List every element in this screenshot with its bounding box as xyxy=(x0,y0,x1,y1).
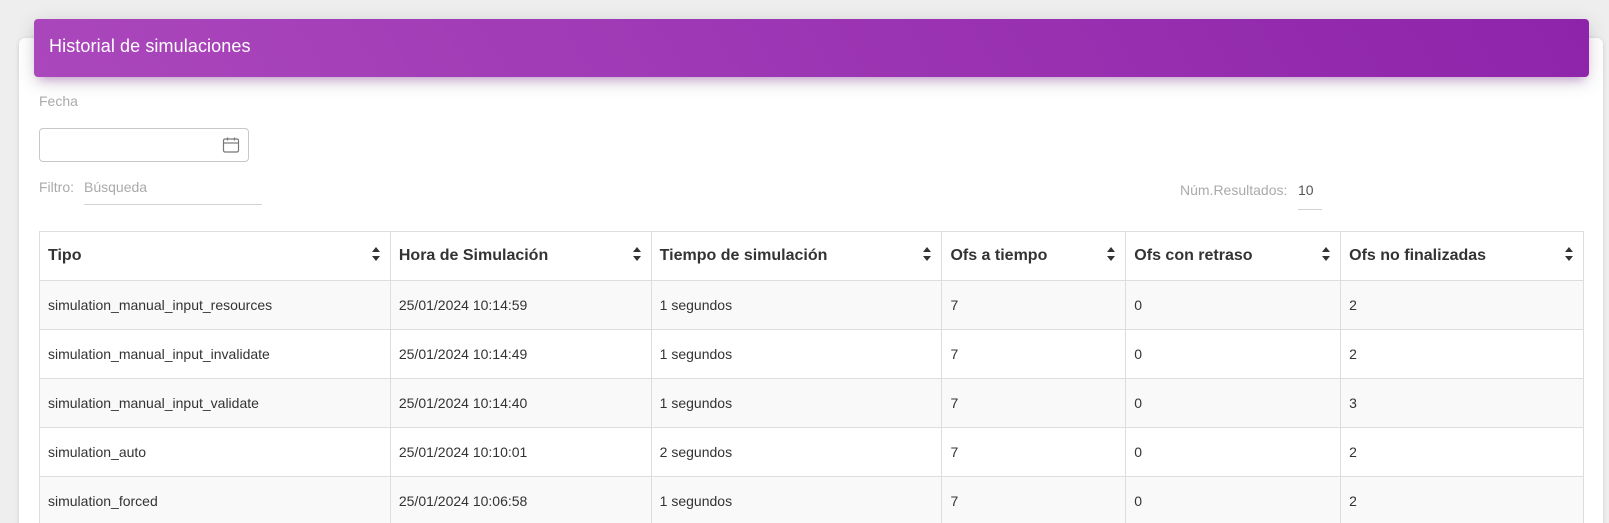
cell-tipo: simulation_manual_input_resources xyxy=(39,280,391,330)
cell-ofs-no-finalizadas: 2 xyxy=(1340,427,1584,477)
column-header-ofs-con-retraso[interactable]: Ofs con retraso xyxy=(1125,231,1342,281)
filter-label: Filtro: xyxy=(39,179,74,195)
results-count-select[interactable]: 10 xyxy=(1298,178,1322,210)
column-header-tiempo[interactable]: Tiempo de simulación xyxy=(650,231,943,281)
cell-ofs-no-finalizadas: 2 xyxy=(1340,280,1584,330)
results-count-label: Núm.Resultados: xyxy=(1180,182,1288,198)
sort-icon xyxy=(632,247,641,261)
cell-hora: 25/01/2024 10:14:40 xyxy=(389,378,652,428)
cell-tiempo: 1 segundos xyxy=(650,476,943,523)
search-input[interactable] xyxy=(84,176,262,205)
cell-tipo: simulation_forced xyxy=(39,476,391,523)
cell-ofs-no-finalizadas: 2 xyxy=(1340,329,1584,379)
cell-hora: 25/01/2024 10:10:01 xyxy=(389,427,652,477)
cell-ofs-no-finalizadas: 2 xyxy=(1340,476,1584,523)
table-row[interactable]: simulation_forced 25/01/2024 10:06:58 1 … xyxy=(39,476,1584,523)
sort-icon xyxy=(1107,247,1116,261)
cell-ofs-a-tiempo: 7 xyxy=(941,378,1127,428)
simulations-table: Tipo Hora de Simulación Tiempo de simula… xyxy=(39,231,1584,523)
cell-tiempo: 1 segundos xyxy=(650,378,943,428)
column-header-hora[interactable]: Hora de Simulación xyxy=(389,231,652,281)
cell-tipo: simulation_manual_input_invalidate xyxy=(39,329,391,379)
column-header-ofs-a-tiempo[interactable]: Ofs a tiempo xyxy=(941,231,1127,281)
table-row[interactable]: simulation_manual_input_validate 25/01/2… xyxy=(39,378,1584,428)
cell-tipo: simulation_manual_input_validate xyxy=(39,378,391,428)
cell-ofs-a-tiempo: 7 xyxy=(941,476,1127,523)
cell-ofs-a-tiempo: 7 xyxy=(941,329,1127,379)
cell-tiempo: 1 segundos xyxy=(650,329,943,379)
cell-ofs-con-retraso: 0 xyxy=(1125,378,1342,428)
cell-tiempo: 1 segundos xyxy=(650,280,943,330)
sort-icon xyxy=(923,247,932,261)
table-row[interactable]: simulation_manual_input_invalidate 25/01… xyxy=(39,329,1584,379)
card-header-title: Historial de simulaciones xyxy=(34,19,1589,77)
cell-ofs-a-tiempo: 7 xyxy=(941,280,1127,330)
cell-ofs-con-retraso: 0 xyxy=(1125,476,1342,523)
cell-ofs-con-retraso: 0 xyxy=(1125,427,1342,477)
sort-icon xyxy=(371,247,380,261)
cell-ofs-con-retraso: 0 xyxy=(1125,329,1342,379)
cell-tipo: simulation_auto xyxy=(39,427,391,477)
cell-ofs-a-tiempo: 7 xyxy=(941,427,1127,477)
cell-hora: 25/01/2024 10:06:58 xyxy=(389,476,652,523)
cell-ofs-con-retraso: 0 xyxy=(1125,280,1342,330)
table-header-row: Tipo Hora de Simulación Tiempo de simula… xyxy=(39,231,1584,281)
column-header-tipo[interactable]: Tipo xyxy=(39,231,391,281)
date-input[interactable] xyxy=(39,128,249,162)
cell-tiempo: 2 segundos xyxy=(650,427,943,477)
table-row[interactable]: simulation_auto 25/01/2024 10:10:01 2 se… xyxy=(39,427,1584,477)
calendar-icon[interactable] xyxy=(222,136,240,154)
cell-hora: 25/01/2024 10:14:49 xyxy=(389,329,652,379)
column-header-ofs-no-finalizadas[interactable]: Ofs no finalizadas xyxy=(1340,231,1584,281)
date-label: Fecha xyxy=(39,93,78,109)
cell-ofs-no-finalizadas: 3 xyxy=(1340,378,1584,428)
cell-hora: 25/01/2024 10:14:59 xyxy=(389,280,652,330)
table-row[interactable]: simulation_manual_input_resources 25/01/… xyxy=(39,280,1584,330)
sort-icon xyxy=(1565,247,1573,261)
sort-icon xyxy=(1322,247,1331,261)
